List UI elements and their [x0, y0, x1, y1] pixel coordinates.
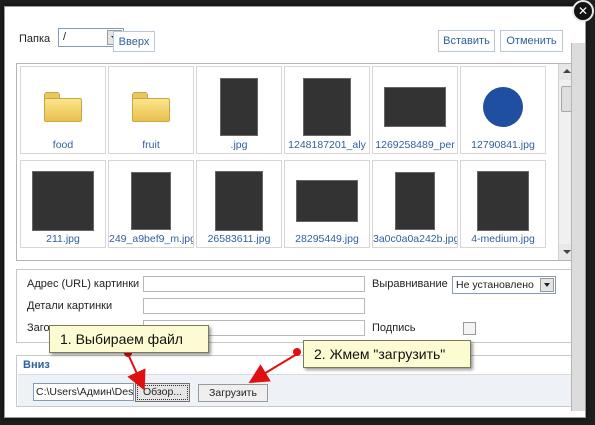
arrow-to-upload	[248, 353, 298, 384]
arrow-to-browse	[127, 353, 146, 391]
callout-step-2: 2. Жмем "загрузить"	[303, 340, 471, 368]
callout-step-1: 1. Выбираем файл	[49, 325, 209, 353]
annotation-arrows	[127, 353, 298, 391]
annotation-dot-2	[293, 348, 301, 356]
